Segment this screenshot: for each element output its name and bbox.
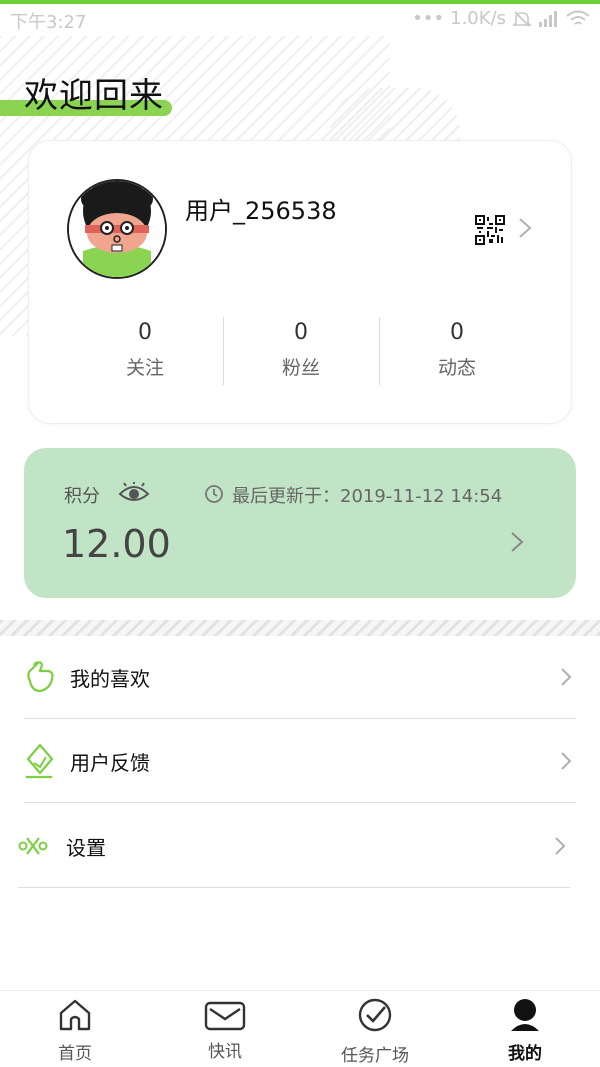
bottom-tab-bar: 首页 快讯 任务广场 我的 [0,990,600,1067]
stat-label: 动态 [437,357,476,379]
check-circle-icon [358,998,392,1032]
status-dots: ••• [412,8,445,29]
stat-label: 关注 [125,357,164,379]
user-icon [511,999,539,1031]
tab-label: 我的 [508,1044,542,1064]
settings-icon [18,837,48,855]
profile-stats: 0 关注 0 粉丝 0 动态 [67,317,535,387]
menu-label: 设置 [66,836,106,860]
menu-label: 用户反馈 [70,751,150,775]
status-time: 下午3:27 [10,12,87,33]
tab-home[interactable]: 首页 [0,991,150,1067]
chevron-right-icon [561,752,572,770]
menu-label: 我的喜欢 [70,667,150,691]
points-label: 积分 [64,486,100,507]
menu-item-settings[interactable]: 设置 [18,804,570,888]
menu-divider [24,802,576,803]
section-divider [0,620,600,636]
status-bar: 下午3:27 ••• 1.0K/s [0,4,600,36]
stat-label: 粉丝 [281,357,320,379]
stat-value: 0 [450,320,464,345]
stat-value: 0 [294,320,308,345]
network-speed: 1.0K/s [450,8,506,29]
tab-label: 快讯 [208,1042,242,1062]
stat-following[interactable]: 0 关注 [67,317,223,387]
avatar[interactable] [67,179,167,279]
qr-code-icon[interactable] [475,215,505,245]
mail-icon [204,1001,246,1031]
tab-mine[interactable]: 我的 [450,991,600,1067]
menu-divider [18,887,570,888]
profile-card[interactable]: 用户_256538 0 关注 0 粉丝 0 动态 [28,140,572,424]
stat-value: 0 [138,320,152,345]
menu-item-feedback[interactable]: 用户反馈 [24,719,576,803]
tab-tasks[interactable]: 任务广场 [300,991,450,1067]
avatar-image [69,181,165,277]
tab-label: 首页 [58,1044,92,1064]
heart-hand-icon [27,661,54,693]
stat-followers[interactable]: 0 粉丝 [223,317,379,387]
mute-icon [512,10,532,27]
stat-posts[interactable]: 0 动态 [379,317,535,387]
username: 用户_256538 [185,197,337,225]
eye-icon[interactable] [118,482,150,504]
points-updated-time: 最后更新于：2019-11-12 14:54 [232,486,503,507]
tab-news[interactable]: 快讯 [150,991,300,1067]
points-value: 12.00 [62,522,171,566]
wifi-icon [566,10,590,25]
menu-item-favorites[interactable]: 我的喜欢 [24,635,576,719]
page-title: 欢迎回来 [24,76,164,116]
clock-icon [205,485,223,503]
chevron-right-icon [555,837,566,855]
tab-label: 任务广场 [341,1046,409,1066]
chevron-right-icon [561,668,572,686]
feedback-icon [26,743,54,779]
chevron-right-icon[interactable] [517,215,533,241]
signal-icon [539,10,557,27]
points-card[interactable]: 积分 最后更新于：2019-11-12 14:54 12.00 [24,448,576,598]
chevron-right-icon[interactable] [510,530,524,554]
home-icon [59,999,91,1031]
status-right: ••• 1.0K/s [412,8,590,29]
